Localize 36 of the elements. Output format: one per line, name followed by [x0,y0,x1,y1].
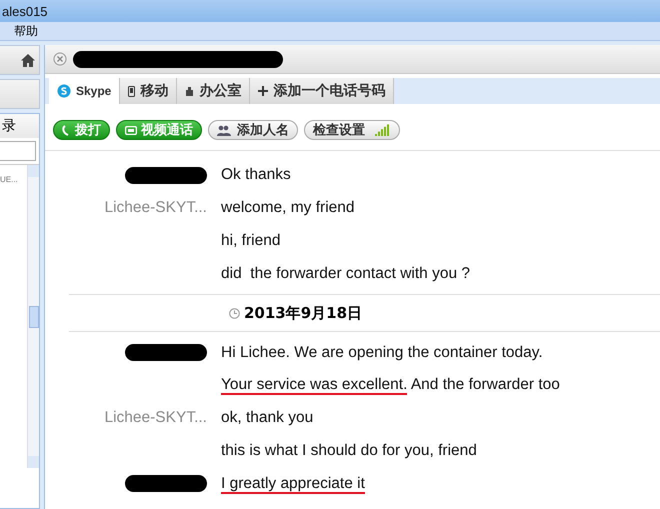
tab[interactable]: 添加一个电话号码 [250,78,394,104]
skype-logo-icon [57,84,71,98]
close-icon[interactable] [53,52,67,66]
chat-message: hi, friend [221,232,280,250]
plus-icon [258,86,268,96]
people-icon [217,124,233,136]
chat-message: Ok thanks [221,166,291,184]
chat-message: welcome, my friend [221,199,355,218]
menu-item[interactable]: 帮助 [14,22,38,40]
desk-phone-icon [185,86,194,96]
clock-icon [229,308,240,319]
tab[interactable]: 移动 [120,78,178,104]
chat-message: ok, thank you [221,409,314,428]
signal-icon [375,124,391,136]
tab[interactable]: 办公室 [177,78,250,104]
search-field[interactable] [0,141,36,161]
chat-message: Hi Lichee. We are opening the container today. [221,344,543,362]
chat-message: I greatly appreciate it [221,474,365,493]
tab[interactable]: Skype [49,78,120,104]
sender-name: Lichee-SKYT... [104,409,207,428]
chat-message: this is what I should do for you, friend [221,442,477,460]
scrollbar[interactable] [27,165,39,468]
sender-name: Lichee-SKYT... [104,199,207,218]
add-people-button[interactable]: 添加人名 [208,120,298,140]
chat-message: did the forwarder contact with you ? [221,264,470,283]
date-separator: 2013年9月18日 [244,304,362,323]
chat-message: Your service was excellent. And the forwarder too [221,376,560,394]
home-icon[interactable] [21,54,35,66]
sidebar-tab-panel [0,79,40,109]
phone-icon [128,86,136,96]
list-item-snippet[interactable]: UE... [0,175,18,184]
camera-icon [125,126,137,134]
panel-title: 录 [2,117,16,135]
phone-icon [62,124,71,136]
window-title: ales015 [2,4,48,18]
settings-button[interactable]: 检查设置 [304,120,400,140]
